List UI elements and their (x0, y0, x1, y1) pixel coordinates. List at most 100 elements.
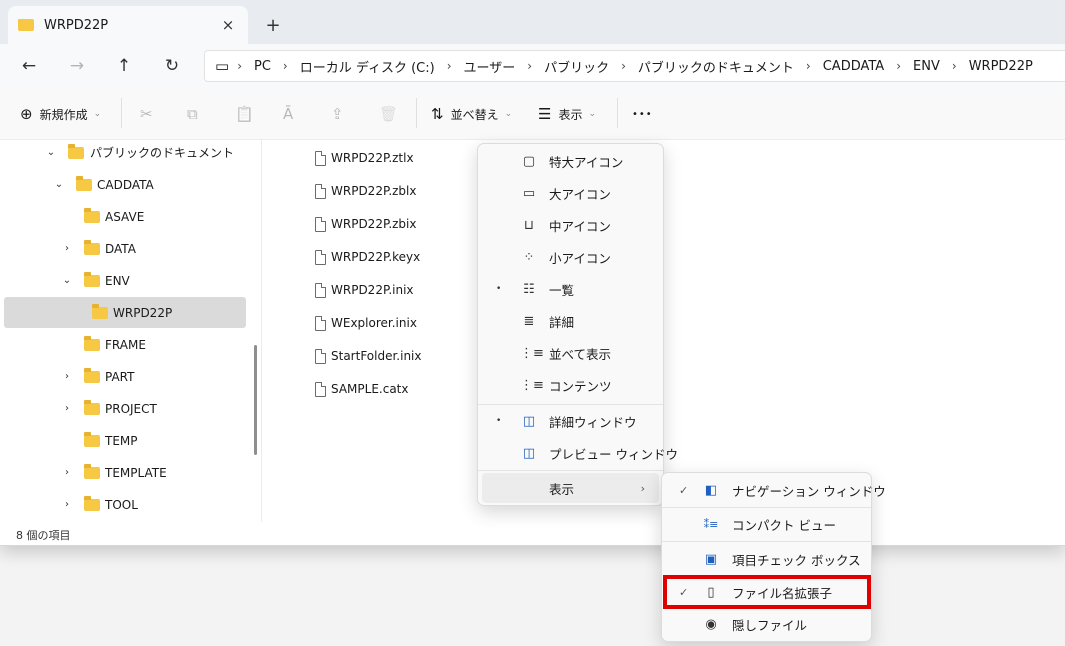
chevron-down-icon[interactable]: ⌄ (60, 275, 74, 286)
selected-bullet: • (496, 284, 502, 294)
more-button[interactable]: ••• (632, 101, 653, 127)
menu-item-medium-icons[interactable]: ⊔ 中アイコン (482, 210, 659, 240)
menu-item-extra-large-icons[interactable]: ▢ 特大アイコン (482, 146, 659, 176)
menu-item-details[interactable]: ≣ 詳細 (482, 306, 659, 336)
cut-button[interactable]: ✂ (140, 101, 160, 127)
chevron-down-icon[interactable]: ⌄ (44, 147, 58, 158)
status-bar: 8 個の項目 (0, 522, 1065, 545)
sort-button[interactable]: ⇅ 並べ替え ⌄ (431, 101, 512, 127)
refresh-button[interactable]: ↻ (158, 52, 186, 80)
tree-item-template[interactable]: › TEMPLATE (4, 457, 246, 488)
menu-item-hidden-files[interactable]: ◉ 隠しファイル (666, 609, 867, 639)
file-item[interactable]: WRPD22P.inix (315, 279, 414, 301)
chevron-right-icon: › (640, 481, 645, 495)
breadcrumb-env[interactable]: ENV (901, 59, 952, 74)
menu-item-label: 一覧 (549, 282, 575, 298)
paste-button[interactable]: 📋 (235, 101, 261, 127)
file-item[interactable]: WRPD22P.zblx (315, 180, 416, 202)
menu-item-label: コンパクト ビュー (732, 517, 836, 533)
breadcrumb-local-disk[interactable]: ローカル ディスク (C:) (288, 57, 447, 76)
menu-item-small-icons[interactable]: ⁘ 小アイコン (482, 242, 659, 272)
file-name: StartFolder.inix (331, 349, 422, 363)
menu-item-show[interactable]: 表示 › (482, 473, 659, 503)
chevron-right-icon[interactable]: › (60, 467, 74, 478)
chevron-down-icon: ⌄ (504, 109, 513, 119)
divider (617, 98, 618, 128)
tree-item-label: CADDATA (97, 177, 154, 192)
tree-item-frame[interactable]: FRAME (4, 329, 246, 360)
tree-item-data[interactable]: › DATA (4, 233, 246, 264)
folder-icon (84, 208, 100, 223)
divider (416, 98, 417, 128)
breadcrumb-pc[interactable]: PC (242, 59, 283, 74)
file-item[interactable]: StartFolder.inix (315, 345, 422, 367)
chevron-down-icon[interactable]: ⌄ (52, 179, 66, 190)
details-pane-icon: ◫ (522, 413, 536, 429)
chevron-right-icon[interactable]: › (60, 243, 74, 254)
checkbox-icon: ▣ (704, 551, 718, 567)
tree-item-temp[interactable]: TEMP (4, 425, 246, 456)
tree-item-wrpd22p[interactable]: WRPD22P (4, 297, 246, 328)
tree-item-tool[interactable]: › TOOL (4, 489, 246, 520)
medium-icons-icon: ⊔ (523, 217, 535, 233)
menu-item-navigation-pane[interactable]: ✓ ◧ ナビゲーション ウィンドウ (666, 475, 886, 505)
new-label: 新規作成 (39, 107, 88, 122)
menu-item-label: 詳細ウィンドウ (549, 414, 637, 430)
view-label: 表示 (558, 107, 583, 122)
navigation-scrollbar[interactable] (254, 345, 257, 455)
tree-item-project[interactable]: › PROJECT (4, 393, 246, 424)
file-item[interactable]: SAMPLE.catx (315, 378, 408, 400)
file-item[interactable]: WRPD22P.keyx (315, 246, 420, 268)
tiles-icon: ⋮≡ (520, 345, 544, 361)
tree-item-public-documents[interactable]: ⌄ パブリックのドキュメント (4, 140, 246, 168)
menu-item-compact-view[interactable]: ⁑≡ コンパクト ビュー (666, 509, 867, 539)
content-icon: ⋮≡ (520, 377, 544, 393)
chevron-right-icon[interactable]: › (60, 499, 74, 510)
delete-button[interactable]: 🗑 (379, 101, 405, 127)
tab-wrpd22p[interactable]: WRPD22P × (8, 6, 248, 44)
menu-item-content[interactable]: ⋮≡ コンテンツ (482, 370, 659, 400)
new-button[interactable]: ⊕ 新規作成 ⌄ (20, 101, 101, 127)
copy-button[interactable]: ⧉ (187, 101, 205, 127)
menu-item-large-icons[interactable]: ▭ 大アイコン (482, 178, 659, 208)
tree-item-label: WRPD22P (113, 305, 173, 320)
up-button[interactable]: ↑ (110, 52, 138, 80)
menu-item-label: コンテンツ (549, 378, 612, 394)
chevron-right-icon[interactable]: › (60, 403, 74, 414)
back-button[interactable]: ← (15, 52, 43, 80)
breadcrumb-public-documents[interactable]: パブリックのドキュメント (626, 57, 806, 76)
menu-item-preview-pane[interactable]: ◫ プレビュー ウィンドウ (482, 438, 678, 468)
breadcrumb-caddata[interactable]: CADDATA (811, 59, 896, 74)
file-name: WRPD22P.keyx (331, 250, 421, 264)
tree-item-part[interactable]: › PART (4, 361, 246, 392)
document-icon (315, 282, 326, 298)
folder-icon (92, 304, 108, 319)
file-item[interactable]: WRPD22P.zbix (315, 213, 416, 235)
menu-item-list[interactable]: • ☷ 一覧 (482, 274, 659, 304)
view-icon: ☰ (538, 105, 552, 123)
menu-item-tiles[interactable]: ⋮≡ 並べて表示 (482, 338, 659, 368)
tree-item-caddata[interactable]: ⌄ CADDATA (4, 169, 246, 200)
rename-button[interactable]: Ā (283, 101, 300, 127)
file-name: SAMPLE.catx (331, 382, 409, 396)
navigation-pane: ⌄ パブリックのドキュメント ⌄ CADDATA ASAVE › DATA ⌄ … (0, 140, 262, 522)
breadcrumb-public[interactable]: パブリック (532, 57, 621, 76)
menu-item-details-pane[interactable]: • ◫ 詳細ウィンドウ (482, 406, 659, 436)
selected-bullet: • (496, 416, 502, 426)
breadcrumb-wrpd22p[interactable]: WRPD22P (957, 59, 1045, 74)
tree-item-asave[interactable]: ASAVE (4, 201, 246, 232)
chevron-right-icon[interactable]: › (60, 371, 74, 382)
menu-item-item-checkboxes[interactable]: ▣ 項目チェック ボックス (666, 544, 867, 574)
close-icon[interactable]: × (218, 15, 238, 35)
share-button[interactable]: ⇪ (331, 101, 351, 127)
file-name: WRPD22P.ztlx (331, 151, 414, 165)
breadcrumb-users[interactable]: ユーザー (452, 57, 528, 76)
file-item[interactable]: WExplorer.inix (315, 312, 417, 334)
check-icon: ✓ (679, 483, 689, 497)
file-item[interactable]: WRPD22P.ztlx (315, 147, 414, 169)
view-button[interactable]: ☰ 表示 ⌄ (538, 101, 596, 127)
forward-button[interactable]: → (63, 52, 91, 80)
tree-item-env[interactable]: ⌄ ENV (4, 265, 246, 296)
new-tab-button[interactable]: + (260, 12, 286, 38)
address-bar[interactable]: ▭ › PC › ローカル ディスク (C:) › ユーザー › パブリック ›… (204, 50, 1065, 82)
